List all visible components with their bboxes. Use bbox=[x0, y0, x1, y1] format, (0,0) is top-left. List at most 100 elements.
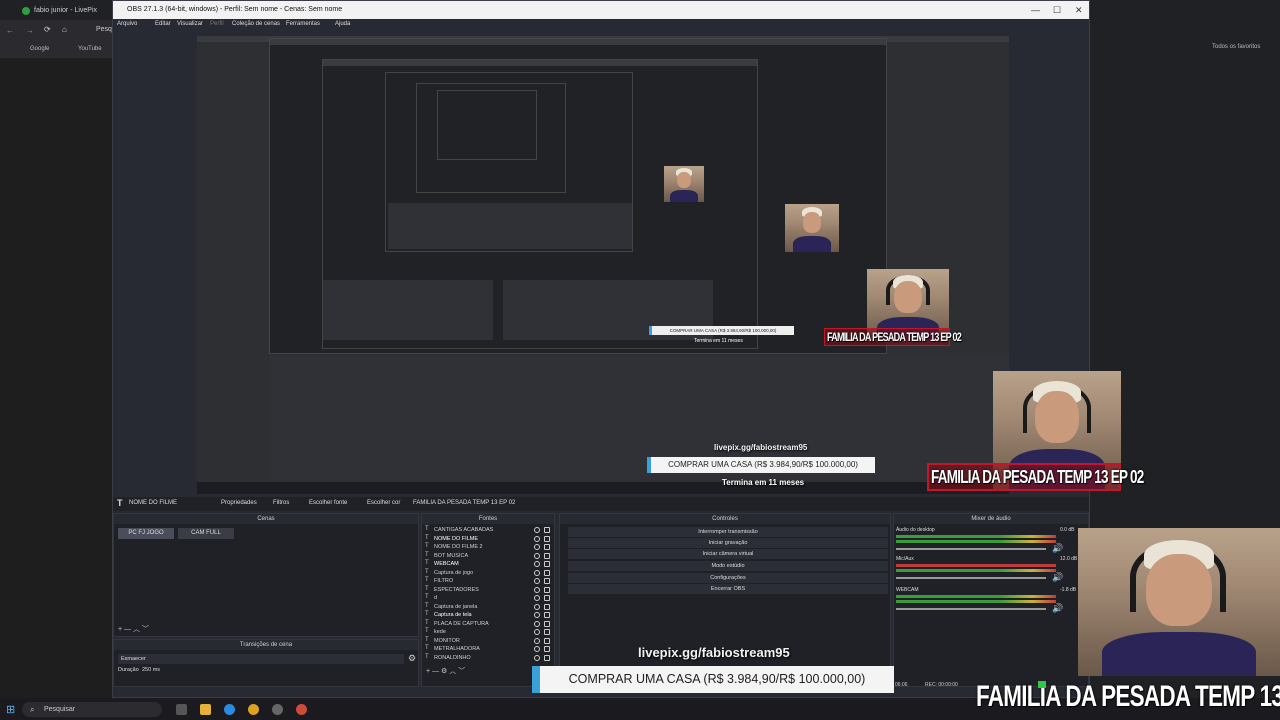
webcam-speaker-icon[interactable]: 🔊 bbox=[1052, 603, 1063, 614]
lock-icon[interactable] bbox=[544, 586, 550, 593]
visibility-eye-icon[interactable] bbox=[534, 603, 540, 610]
lock-icon[interactable] bbox=[544, 552, 550, 559]
visibility-eye-icon[interactable] bbox=[534, 569, 540, 576]
menu-visualizar[interactable]: Visualizar bbox=[177, 21, 203, 27]
start-virtual-camera-button[interactable]: Iniciar câmera virtual bbox=[568, 549, 888, 559]
start-recording-button[interactable]: Iniciar gravação bbox=[568, 538, 888, 548]
scene-cam-full[interactable]: CAM FULL bbox=[178, 528, 234, 539]
mic-speaker-icon[interactable]: 🔊 bbox=[1052, 572, 1063, 583]
obs-taskbar-icon[interactable] bbox=[272, 704, 283, 715]
visibility-eye-icon[interactable] bbox=[534, 612, 540, 618]
edge-icon[interactable] bbox=[224, 704, 235, 715]
source-item[interactable]: T Captura de jogo bbox=[425, 569, 552, 576]
visibility-eye-icon[interactable] bbox=[534, 646, 540, 652]
source-item[interactable]: T NOME DO FILME 2 bbox=[425, 543, 552, 550]
visibility-eye-icon[interactable] bbox=[534, 527, 540, 533]
transition-select[interactable]: Esmaecer bbox=[118, 654, 404, 664]
menu-arquivo[interactable]: Arquivo bbox=[117, 21, 137, 27]
source-item-label: d bbox=[434, 595, 438, 601]
lock-icon[interactable] bbox=[544, 629, 550, 635]
lock-icon[interactable] bbox=[544, 569, 550, 576]
chrome-icon[interactable] bbox=[248, 704, 259, 715]
scene-add-remove-icons[interactable]: + — ︿ ﹀ bbox=[118, 624, 149, 634]
menu-colecao[interactable]: Coleção de cenas bbox=[232, 21, 280, 27]
source-item[interactable]: T METRALHADORA bbox=[425, 645, 552, 652]
properties-button[interactable]: Propriedades bbox=[221, 500, 257, 506]
lock-icon[interactable] bbox=[544, 527, 550, 533]
stop-streaming-button[interactable]: Interromper transmissão bbox=[568, 527, 888, 537]
file-explorer-icon[interactable] bbox=[200, 704, 211, 715]
settings-button[interactable]: Configurações bbox=[568, 573, 888, 583]
exit-obs-button[interactable]: Encerrar OBS bbox=[568, 584, 888, 594]
forward-icon[interactable]: → bbox=[26, 26, 34, 35]
taskbar-search[interactable]: ⌕ Pesquisar bbox=[22, 702, 162, 717]
source-item[interactable]: T NOME DO FILME bbox=[425, 535, 552, 542]
source-item[interactable]: T FILTRO bbox=[425, 577, 552, 584]
source-item[interactable]: T CANTIGAS ACABADAS bbox=[425, 526, 552, 533]
studio-mode-button[interactable]: Modo estúdio bbox=[568, 561, 888, 571]
transition-gear-icon[interactable]: ⚙ bbox=[408, 653, 416, 664]
lock-icon[interactable] bbox=[544, 595, 550, 601]
visibility-eye-icon[interactable] bbox=[534, 578, 540, 584]
home-icon[interactable]: ⌂ bbox=[62, 25, 67, 34]
source-item[interactable]: T Captura de janela bbox=[425, 603, 552, 610]
filters-button[interactable]: Filtros bbox=[273, 500, 289, 506]
lock-icon[interactable] bbox=[544, 612, 550, 618]
desktop-speaker-icon[interactable]: 🔊 bbox=[1052, 543, 1063, 554]
desktop-volume-slider[interactable] bbox=[896, 548, 1046, 550]
visibility-eye-icon[interactable] bbox=[534, 637, 540, 644]
choose-color-button[interactable]: Escolher cor bbox=[367, 500, 400, 506]
lock-icon[interactable] bbox=[544, 578, 550, 584]
windows-start-icon[interactable]: ⊞ bbox=[6, 703, 15, 716]
source-item[interactable]: T PLACA DE CAPTURA bbox=[425, 620, 552, 627]
webcam-volume-slider[interactable] bbox=[896, 608, 1046, 610]
source-item[interactable]: T BOT MUSICA bbox=[425, 552, 552, 559]
source-item[interactable]: T Captura de tela bbox=[425, 611, 552, 618]
source-item[interactable]: Tkede bbox=[425, 628, 552, 635]
visibility-eye-icon[interactable] bbox=[534, 654, 540, 661]
lock-icon[interactable] bbox=[544, 544, 550, 550]
source-item[interactable]: T ESPECTADORES bbox=[425, 586, 552, 593]
minimize-icon[interactable]: — bbox=[1031, 1, 1040, 19]
maximize-icon[interactable]: ☐ bbox=[1053, 1, 1061, 19]
lock-icon[interactable] bbox=[544, 603, 550, 610]
text-value[interactable]: FAMILIA DA PESADA TEMP 13 EP 02 bbox=[413, 500, 515, 506]
source-item[interactable]: T MONITOR bbox=[425, 637, 552, 644]
choose-font-button[interactable]: Escolher fonte bbox=[309, 500, 347, 506]
scene-pc-fj-jogo[interactable]: PC FJ JOGO bbox=[118, 528, 174, 539]
browser-tab[interactable]: fabio junior - LivePix bbox=[18, 3, 110, 19]
visibility-eye-icon[interactable] bbox=[534, 629, 540, 635]
lock-icon[interactable] bbox=[544, 646, 550, 652]
visibility-eye-icon[interactable] bbox=[534, 544, 540, 550]
menu-ferramentas[interactable]: Ferramentas bbox=[286, 21, 320, 27]
back-icon[interactable]: ← bbox=[6, 26, 14, 35]
lock-icon[interactable] bbox=[544, 637, 550, 644]
lock-icon[interactable] bbox=[544, 561, 550, 567]
bookmark-google[interactable]: Google bbox=[30, 46, 49, 52]
visibility-eye-icon[interactable] bbox=[534, 535, 540, 542]
all-bookmarks[interactable]: Todos os favoritos bbox=[1212, 44, 1260, 50]
bookmark-youtube[interactable]: YouTube bbox=[78, 46, 102, 52]
lock-icon[interactable] bbox=[544, 654, 550, 661]
duration-value[interactable]: 250 ms bbox=[142, 667, 160, 673]
visibility-eye-icon[interactable] bbox=[534, 561, 540, 567]
menu-ajuda[interactable]: Ajuda bbox=[335, 21, 350, 27]
visibility-eye-icon[interactable] bbox=[534, 552, 540, 559]
task-view-icon[interactable] bbox=[176, 704, 187, 715]
chrome-profile-icon[interactable] bbox=[296, 704, 307, 715]
source-item[interactable]: T RONALDINHO bbox=[425, 654, 552, 661]
source-item[interactable]: T WEBCAM bbox=[425, 560, 552, 567]
visibility-eye-icon[interactable] bbox=[534, 586, 540, 593]
mic-volume-slider[interactable] bbox=[896, 577, 1046, 579]
visibility-eye-icon[interactable] bbox=[534, 595, 540, 601]
source-add-remove-icons[interactable]: + — ⚙ ︿ ﹀ bbox=[426, 666, 465, 676]
lock-icon[interactable] bbox=[544, 535, 550, 542]
reload-icon[interactable]: ⟳ bbox=[44, 25, 51, 34]
menu-perfil[interactable]: Perfil bbox=[210, 21, 224, 27]
preview-canvas[interactable]: livepix.gg/fabiostream95 COMPRAR UMA CAS… bbox=[197, 36, 1144, 494]
menu-editar[interactable]: Editar bbox=[155, 21, 171, 27]
close-icon[interactable]: ✕ bbox=[1075, 1, 1083, 19]
visibility-eye-icon[interactable] bbox=[534, 620, 540, 627]
source-item[interactable]: Td bbox=[425, 594, 552, 601]
lock-icon[interactable] bbox=[544, 620, 550, 627]
